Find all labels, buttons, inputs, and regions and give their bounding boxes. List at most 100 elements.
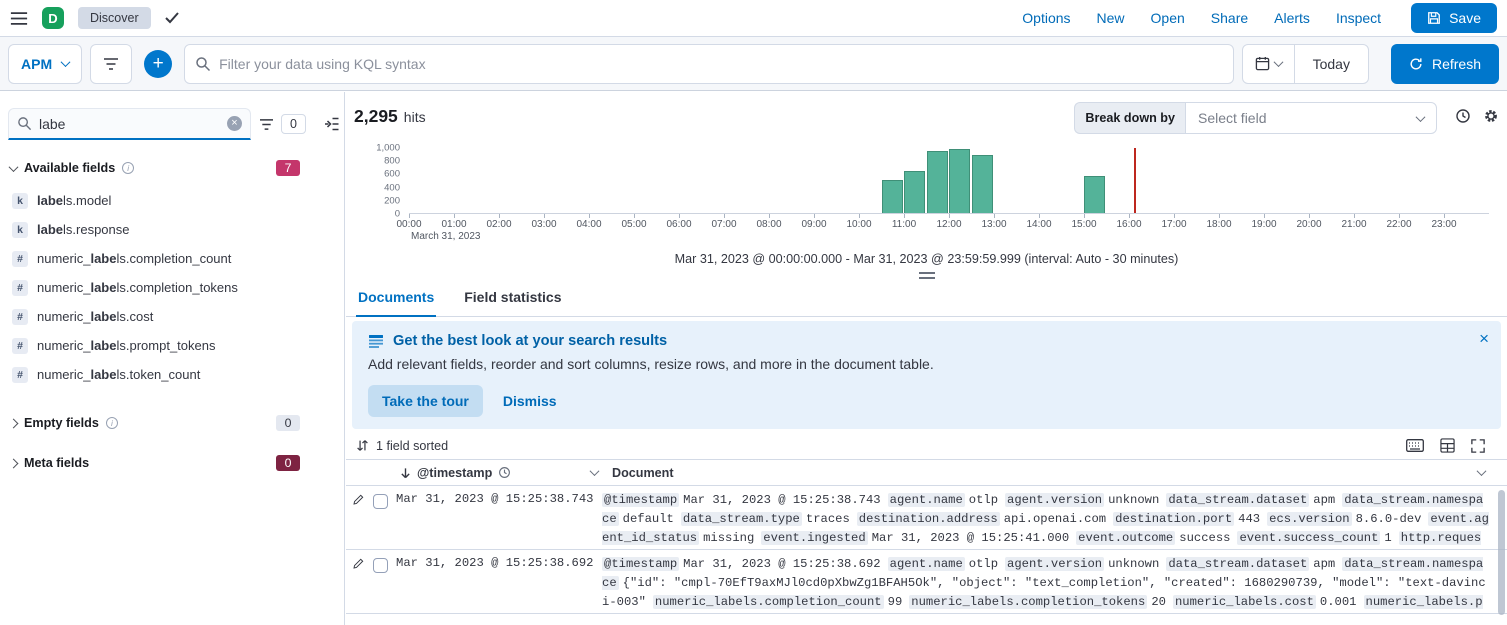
doc-field-value: default <box>623 512 674 526</box>
data-view-picker[interactable]: APM <box>8 44 82 84</box>
x-axis-label: 06:00 <box>666 219 691 230</box>
breadcrumb[interactable]: Discover <box>78 7 151 29</box>
chart-resize-handle[interactable] <box>919 272 935 279</box>
field-list-item[interactable]: #numeric_labels.prompt_tokens <box>8 331 336 360</box>
histogram-bar[interactable] <box>882 180 903 213</box>
nav-link-options[interactable]: Options <box>1022 10 1070 26</box>
field-name-post: ls.prompt_tokens <box>116 338 215 353</box>
expand-document-button[interactable] <box>353 494 364 505</box>
dismiss-button[interactable]: Dismiss <box>503 393 557 409</box>
document-cell: @timestampMar 31, 2023 @ 15:25:38.743age… <box>602 491 1507 548</box>
top-header: D Discover Options New Open Share Alerts Insp… <box>0 0 1507 37</box>
fields-sidebar: 0 Available fields 7 klabels.modelklabel… <box>0 92 345 625</box>
date-range-today-button[interactable]: Today <box>1295 56 1368 72</box>
doc-field-value: 1 <box>1384 531 1391 545</box>
tab-field-statistics[interactable]: Field statistics <box>462 281 563 316</box>
available-fields-header[interactable]: Available fields 7 <box>8 160 336 176</box>
add-filter-button[interactable] <box>144 50 172 78</box>
doc-field-name: data_stream.type <box>681 512 802 526</box>
field-list-item[interactable]: #numeric_labels.completion_tokens <box>8 273 336 302</box>
fullscreen-button[interactable] <box>1471 439 1485 453</box>
kql-input[interactable] <box>219 56 1222 72</box>
row-checkbox[interactable] <box>373 494 388 509</box>
x-axis-label: 01:00 <box>441 219 466 230</box>
chart-history-button[interactable] <box>1455 108 1471 124</box>
histogram-bar[interactable] <box>904 171 925 213</box>
field-list: klabels.modelklabels.response#numeric_la… <box>8 186 336 389</box>
clear-search-icon[interactable] <box>227 116 242 131</box>
x-axis-label: 15:00 <box>1071 219 1096 230</box>
refresh-button[interactable]: Refresh <box>1391 44 1499 84</box>
x-axis-label: 13:00 <box>981 219 1006 230</box>
nav-link-inspect[interactable]: Inspect <box>1336 10 1381 26</box>
hits-label: hits <box>404 109 426 125</box>
keyboard-shortcuts-button[interactable] <box>1406 439 1424 452</box>
field-list-item[interactable]: klabels.response <box>8 215 336 244</box>
field-list-item[interactable]: #numeric_labels.completion_count <box>8 244 336 273</box>
field-search-input[interactable] <box>39 116 220 132</box>
x-axis-label: 20:00 <box>1296 219 1321 230</box>
histogram-bar[interactable] <box>1084 176 1105 213</box>
y-axis-label: 1,000 <box>376 143 400 154</box>
histogram-chart: 02004006008001,000 00:0001:0002:0003:000… <box>354 146 1497 244</box>
timestamp-cell: Mar 31, 2023 @ 15:25:38.743 <box>396 491 602 549</box>
field-type-number-icon: # <box>12 251 28 267</box>
chart-options-button[interactable] <box>1483 108 1499 124</box>
nav-link-share[interactable]: Share <box>1211 10 1248 26</box>
sort-arrow-down-icon <box>400 467 411 479</box>
doc-field-value: unknown <box>1108 493 1159 507</box>
x-axis-tick <box>859 214 860 218</box>
x-axis-tick <box>769 214 770 218</box>
histogram-bar[interactable] <box>972 155 993 213</box>
menu-button[interactable] <box>10 11 28 26</box>
field-type-keyword-icon: k <box>12 222 28 238</box>
collapse-sidebar-button[interactable] <box>324 117 340 131</box>
field-list-item[interactable]: #numeric_labels.cost <box>8 302 336 331</box>
document-column-header[interactable]: Document <box>602 460 1507 485</box>
y-axis-label: 0 <box>395 209 400 220</box>
take-tour-button[interactable]: Take the tour <box>368 385 483 417</box>
gear-icon <box>1483 108 1499 124</box>
x-axis-label: 03:00 <box>531 219 556 230</box>
field-list-item[interactable]: #numeric_labels.token_count <box>8 360 336 389</box>
space-avatar[interactable]: D <box>42 7 64 29</box>
saved-query-menu-button[interactable] <box>90 44 132 84</box>
histogram-bar[interactable] <box>927 151 948 213</box>
save-button-label: Save <box>1449 10 1481 26</box>
doc-field-value: Mar 31, 2023 @ 15:25:38.692 <box>683 557 880 571</box>
document-cell: @timestampMar 31, 2023 @ 15:25:38.692age… <box>602 555 1507 612</box>
field-filter-button[interactable]: 0 <box>259 114 306 134</box>
display-options-button[interactable] <box>1440 438 1455 453</box>
meta-fields-header[interactable]: Meta fields 0 <box>8 455 336 471</box>
x-axis-label: 19:00 <box>1251 219 1276 230</box>
row-checkbox[interactable] <box>373 558 388 573</box>
nav-link-new[interactable]: New <box>1097 10 1125 26</box>
close-icon[interactable] <box>1479 329 1489 349</box>
expand-document-button[interactable] <box>353 558 364 569</box>
tour-callout-title-row: Get the best look at your search results <box>368 333 1485 349</box>
vertical-scrollbar[interactable] <box>1498 490 1505 615</box>
date-picker-calendar-button[interactable] <box>1243 45 1295 83</box>
x-axis-tick <box>1444 214 1445 218</box>
nav-link-open[interactable]: Open <box>1151 10 1185 26</box>
field-type-keyword-icon: k <box>12 193 28 209</box>
x-axis-tick <box>1174 214 1175 218</box>
timestamp-column-header[interactable]: @timestamp <box>396 460 602 485</box>
empty-fields-header[interactable]: Empty fields 0 <box>8 415 336 431</box>
sorted-fields-button[interactable]: 1 field sorted <box>356 439 448 453</box>
breakdown-select[interactable]: Select field <box>1185 102 1437 134</box>
field-list-item[interactable]: klabels.model <box>8 186 336 215</box>
chart-y-axis: 02004006008001,000 <box>354 148 402 214</box>
tab-documents[interactable]: Documents <box>356 281 436 317</box>
nav-link-alerts[interactable]: Alerts <box>1274 10 1310 26</box>
fullscreen-icon <box>1471 439 1485 453</box>
edit-pencil-icon <box>353 558 364 569</box>
field-name: numeric_labels.completion_tokens <box>37 280 238 295</box>
x-axis-tick <box>409 214 410 218</box>
breakdown-label: Break down by <box>1074 102 1185 134</box>
histogram-plot[interactable] <box>409 148 1489 214</box>
histogram-bar[interactable] <box>949 149 970 213</box>
hamburger-menu-icon <box>10 11 28 26</box>
save-button[interactable]: Save <box>1411 3 1497 33</box>
breakdown-select-value: Select field <box>1198 110 1266 126</box>
